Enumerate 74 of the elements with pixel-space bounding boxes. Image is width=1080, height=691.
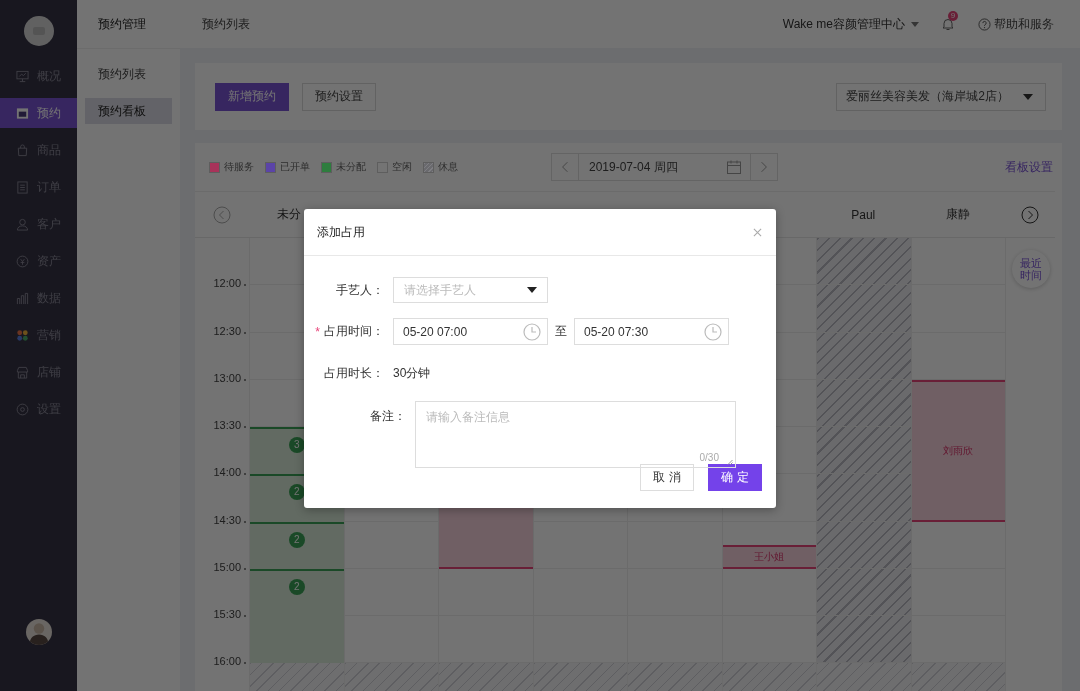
- notification-badge: 9: [948, 11, 958, 21]
- legend-label: 待服务: [224, 160, 254, 174]
- user-icon: [16, 217, 29, 231]
- caret-icon: [911, 21, 919, 27]
- appointment-block[interactable]: 2: [250, 521, 344, 569]
- confirm-button[interactable]: 确 定: [708, 464, 762, 491]
- avatar[interactable]: [25, 619, 52, 645]
- sidebar-item[interactable]: 预约: [0, 98, 77, 128]
- staff-column-header: 康静: [945, 206, 970, 223]
- document-icon: [16, 180, 29, 194]
- staff-column-header: 未分: [277, 206, 301, 223]
- note-field[interactable]: 请输入备注信息 0/30: [415, 401, 736, 468]
- coin-icon: [16, 254, 29, 268]
- time-label: 12:00: [213, 277, 241, 290]
- bell-icon[interactable]: [941, 17, 955, 31]
- add-button[interactable]: 新增预约: [215, 82, 289, 111]
- duration-value: 30分钟: [393, 364, 431, 382]
- time-label: 16:00: [213, 655, 241, 668]
- time-label: 15:30: [213, 608, 241, 620]
- clock-icon: [704, 322, 722, 341]
- time-label: 13:30: [213, 419, 241, 431]
- resize-handle-icon[interactable]: [727, 459, 733, 465]
- cancel-button[interactable]: 取 消: [640, 464, 694, 491]
- appointment-block[interactable]: 2: [250, 568, 344, 664]
- recent-time-button[interactable]: 最近时间: [1011, 250, 1050, 288]
- field-label: 占用时长：: [323, 364, 384, 382]
- customer-name: 刘雨欣: [943, 443, 974, 458]
- settings-icon: [16, 402, 29, 416]
- start-time-field[interactable]: 05-20 07:00: [393, 318, 548, 345]
- field-label: 手艺人：: [335, 281, 384, 299]
- monitor-icon: [16, 69, 29, 83]
- time-label: 12:30: [213, 324, 241, 337]
- time-label: 14:00: [213, 466, 241, 479]
- clock-icon: [523, 322, 541, 341]
- time-label: 15:00: [213, 560, 241, 573]
- time-label: 14:30: [213, 513, 241, 526]
- caret-icon: [527, 287, 537, 293]
- subnav-item[interactable]: 预约看板: [85, 98, 172, 124]
- count-badge: 2: [288, 531, 305, 548]
- previous-icon[interactable]: [213, 205, 231, 224]
- bar-chart-icon: [16, 291, 29, 305]
- bag-icon: [16, 143, 29, 157]
- appointment-block[interactable]: 刘雨欣: [911, 379, 1005, 522]
- caret-icon: [1023, 93, 1033, 100]
- store-dropdown[interactable]: 爱丽丝美容美发（海岸城2店）: [836, 82, 1046, 111]
- end-time-field[interactable]: 05-20 07:30: [574, 318, 729, 345]
- board-settings-link[interactable]: 看板设置: [1005, 158, 1053, 176]
- organization-dropdown[interactable]: Wake me容颜管理中心: [782, 15, 919, 33]
- count-badge: 2: [288, 484, 305, 501]
- settings-button[interactable]: 预约设置: [302, 82, 376, 111]
- chevron-left-icon: [561, 161, 569, 173]
- legend-label: 空闲: [392, 160, 412, 174]
- grid-icon: [16, 328, 29, 342]
- character-counter: 0/30: [699, 452, 719, 463]
- required-mark: *: [315, 324, 320, 339]
- store-icon: [16, 365, 29, 379]
- field-label: 占用时间：: [324, 323, 384, 340]
- calendar-icon: [726, 159, 742, 175]
- legend-label: 休息: [438, 160, 458, 174]
- count-badge: 2: [288, 578, 305, 595]
- help-link[interactable]: 帮助和服务: [994, 15, 1054, 33]
- dialog-title: 添加占用: [317, 223, 365, 241]
- count-badge: 3: [288, 437, 305, 453]
- chevron-right-icon: [760, 161, 768, 173]
- page-title: 预约列表: [202, 15, 250, 33]
- field-label: 备注：: [369, 408, 406, 425]
- logo-icon: [23, 16, 54, 46]
- next-icon[interactable]: [1021, 205, 1039, 224]
- calendar-icon: [16, 106, 29, 120]
- staff-column-header: Paul: [851, 207, 876, 222]
- artisan-select[interactable]: 请选择手艺人: [393, 277, 548, 303]
- separator-text: 至: [555, 323, 567, 340]
- help-icon: [978, 17, 991, 31]
- time-label: 13:00: [213, 371, 241, 384]
